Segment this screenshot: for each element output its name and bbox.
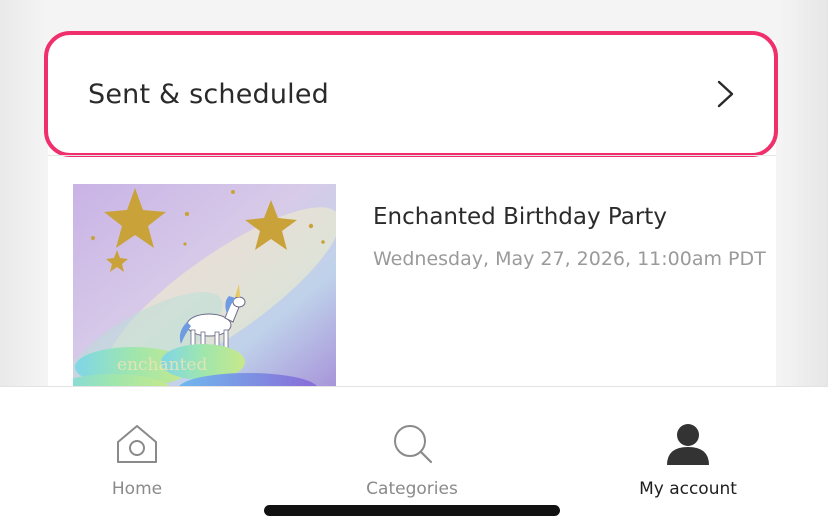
person-icon <box>667 424 709 465</box>
tab-categories-label: Categories <box>366 479 458 499</box>
search-icon <box>394 425 433 464</box>
tab-categories[interactable]: Categories <box>312 387 512 507</box>
tab-my-account-label: My account <box>639 479 737 499</box>
chevron-right-icon <box>717 80 734 108</box>
home-icon <box>117 425 157 463</box>
sent-and-scheduled-row[interactable]: Sent & scheduled <box>44 31 778 157</box>
unicorn-invitation-image: enchanted <box>73 184 336 399</box>
tab-home-label: Home <box>111 479 163 499</box>
section-title: Sent & scheduled <box>88 78 330 110</box>
event-thumbnail[interactable]: enchanted <box>73 184 336 399</box>
tab-home[interactable]: Home <box>37 387 237 507</box>
thumbnail-text: enchanted <box>117 355 207 375</box>
tab-my-account[interactable]: My account <box>588 387 788 507</box>
event-date: Wednesday, May 27, 2026, 11:00am PDT <box>373 248 766 270</box>
home-indicator[interactable] <box>264 505 560 516</box>
divider <box>48 155 776 156</box>
event-title[interactable]: Enchanted Birthday Party <box>373 204 667 230</box>
